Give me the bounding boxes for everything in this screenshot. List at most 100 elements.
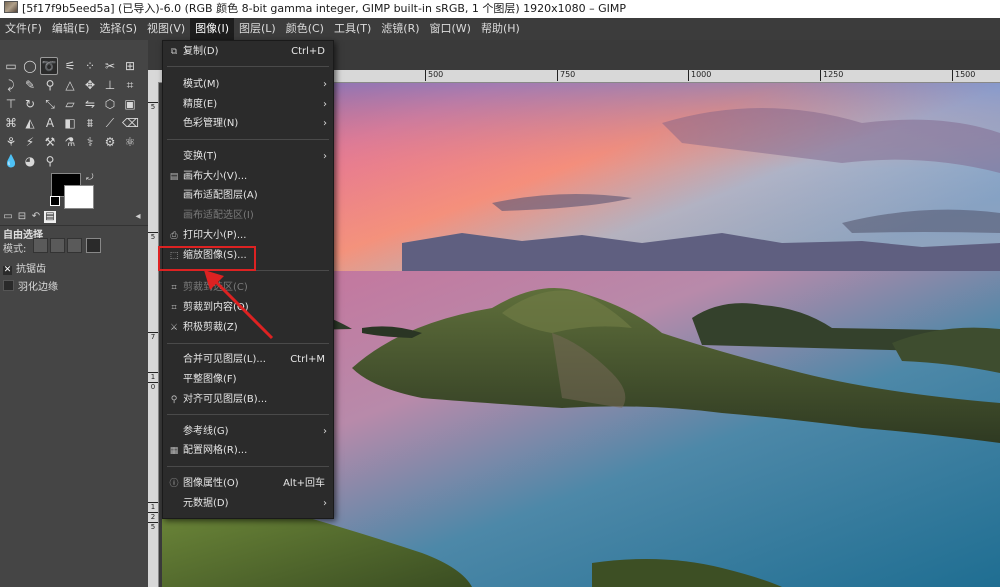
dodge-burn-tool-icon[interactable]: ◕ bbox=[22, 153, 38, 169]
menu-image[interactable]: 图像(I) bbox=[190, 18, 234, 40]
mode-subtract-button[interactable] bbox=[67, 238, 82, 253]
menu-item-align-visible-layers[interactable]: ⚲ 对齐可见图层(B)... bbox=[163, 391, 333, 409]
menu-item-duplicate[interactable]: ⧉ 复制(D) Ctrl+D bbox=[163, 43, 333, 61]
menu-colors[interactable]: 颜色(C) bbox=[281, 18, 329, 40]
smudge-tool-icon[interactable]: 💧 bbox=[3, 153, 19, 169]
paintbrush-tool-icon[interactable]: ⟋ bbox=[102, 115, 118, 131]
menu-layer[interactable]: 图层(L) bbox=[234, 18, 281, 40]
gradient-tool-icon[interactable]: ◧ bbox=[62, 115, 78, 131]
feather-option[interactable]: 羽化边缘 bbox=[3, 278, 58, 293]
feather-label: 羽化边缘 bbox=[18, 282, 58, 293]
menu-item-metadata[interactable]: 元数据(D) › bbox=[163, 495, 333, 513]
menu-item-fit-canvas-to-selection: 画布适配选区(I) bbox=[163, 207, 333, 225]
menu-edit[interactable]: 编辑(E) bbox=[47, 18, 95, 40]
scissors-tool-icon[interactable]: ✂ bbox=[102, 58, 118, 74]
menu-item-label: 画布适配图层(A) bbox=[183, 190, 258, 201]
menu-item-label: 合并可见图层(L)... bbox=[183, 354, 266, 365]
submenu-arrow-icon: › bbox=[323, 498, 327, 509]
menu-filters[interactable]: 滤镜(R) bbox=[376, 18, 424, 40]
color-picker-tool-icon[interactable]: ✎ bbox=[22, 77, 38, 93]
menu-help[interactable]: 帮助(H) bbox=[476, 18, 525, 40]
menu-view[interactable]: 视图(V) bbox=[142, 18, 190, 40]
align-tool-icon[interactable]: ⊥ bbox=[102, 77, 118, 93]
menu-select[interactable]: 选择(S) bbox=[94, 18, 142, 40]
heal-tool-icon[interactable]: ⚕ bbox=[82, 134, 98, 150]
blur-tool-icon[interactable]: ⚛ bbox=[122, 134, 138, 150]
antialias-checkbox[interactable]: ✕ bbox=[3, 266, 12, 275]
menu-item-color-management[interactable]: 色彩管理(N) › bbox=[163, 115, 333, 133]
ruler-tick: 1250 bbox=[820, 70, 843, 81]
tool-options-tab-icon[interactable]: ▭ bbox=[2, 211, 14, 223]
menu-windows[interactable]: 窗口(W) bbox=[425, 18, 476, 40]
swap-colors-icon[interactable]: ⤾ bbox=[86, 173, 94, 183]
menu-item-mode[interactable]: 模式(M) › bbox=[163, 76, 333, 94]
perspective-clone-tool-icon[interactable]: ⚙ bbox=[102, 134, 118, 150]
zealous-crop-icon: ⚔ bbox=[169, 323, 179, 333]
scale-tool-icon[interactable]: ⤡ bbox=[42, 96, 58, 112]
device-status-tab-icon[interactable]: ⊟ bbox=[16, 211, 28, 223]
antialias-option[interactable]: ✕ 抗锯齿 bbox=[3, 260, 46, 275]
menu-item-label: 画布适配选区(I) bbox=[183, 210, 254, 221]
menu-item-label: 画布大小(V)... bbox=[183, 171, 248, 182]
duplicate-icon: ⧉ bbox=[170, 47, 178, 57]
dropper-tool-icon[interactable]: ⚲ bbox=[42, 153, 58, 169]
undo-history-tab-icon[interactable]: ↶ bbox=[30, 211, 42, 223]
menu-item-precision[interactable]: 精度(E) › bbox=[163, 96, 333, 114]
fuzzy-select-tool-icon[interactable]: ⚟ bbox=[62, 58, 78, 74]
ruler-tick: 1 bbox=[148, 502, 158, 511]
menu-item-merge-visible-layers[interactable]: 合并可见图层(L)... Ctrl+M bbox=[163, 351, 333, 369]
perspective-tool-icon[interactable]: ⬡ bbox=[102, 96, 118, 112]
align-icon: ⚲ bbox=[170, 395, 178, 405]
unified-transform-tool-icon[interactable]: ⊤ bbox=[3, 96, 19, 112]
menu-item-label: 模式(M) bbox=[183, 79, 220, 90]
menu-file[interactable]: 文件(F) bbox=[0, 18, 47, 40]
mypaint-brush-tool-icon[interactable]: ⚒ bbox=[42, 134, 58, 150]
menu-tools[interactable]: 工具(T) bbox=[329, 18, 376, 40]
toolbox: ▭ ◯ ➰ ⚟ ⁘ ✂ ⊞ ⤸ ✎ ⚲ △ ✥ ⊥ ⌗ ⊤ ↻ ⤡ ▱ ⇋ ⬡ … bbox=[0, 40, 149, 587]
menu-item-flatten-image[interactable]: 平整图像(F) bbox=[163, 371, 333, 389]
bucket-fill-tool-icon[interactable]: ◭ bbox=[22, 115, 38, 131]
crop-tool-icon[interactable]: ⌗ bbox=[122, 77, 138, 93]
ruler-tick: 5 bbox=[148, 102, 158, 111]
configure-tab-icon[interactable]: ◂ bbox=[132, 211, 144, 223]
ink-tool-icon[interactable]: ⚡ bbox=[22, 134, 38, 150]
ruler-tick: 5 bbox=[148, 232, 158, 241]
clone-tool-icon[interactable]: ⚗ bbox=[62, 134, 78, 150]
menu-item-shortcut: Ctrl+D bbox=[291, 46, 325, 57]
select-by-color-tool-icon[interactable]: ⁘ bbox=[82, 58, 98, 74]
mode-replace-button[interactable] bbox=[33, 238, 48, 253]
flip-tool-icon[interactable]: ⇋ bbox=[82, 96, 98, 112]
ellipse-select-tool-icon[interactable]: ◯ bbox=[22, 58, 38, 74]
default-colors-icon[interactable] bbox=[50, 196, 60, 206]
paths-tool-icon[interactable]: ⤸ bbox=[3, 77, 19, 93]
shear-tool-icon[interactable]: ▱ bbox=[62, 96, 78, 112]
images-tab-icon[interactable]: ▤ bbox=[44, 211, 56, 223]
rect-select-tool-icon[interactable]: ▭ bbox=[3, 58, 19, 74]
vertical-ruler[interactable]: 5 5 7 1 0 1 2 5 bbox=[148, 82, 159, 587]
mode-intersect-button[interactable] bbox=[86, 238, 101, 253]
rotate-tool-icon[interactable]: ↻ bbox=[22, 96, 38, 112]
eraser-tool-icon[interactable]: ⌫ bbox=[122, 115, 139, 131]
feather-checkbox[interactable] bbox=[3, 280, 14, 291]
background-color-swatch[interactable] bbox=[64, 185, 94, 209]
warp-tool-icon[interactable]: ⌘ bbox=[3, 115, 19, 131]
ruler-tick: 0 bbox=[148, 382, 158, 391]
measure-tool-icon[interactable]: △ bbox=[62, 77, 78, 93]
airbrush-tool-icon[interactable]: ⚘ bbox=[3, 134, 19, 150]
pencil-tool-icon[interactable]: ⩩ bbox=[82, 115, 98, 131]
free-select-tool-icon[interactable]: ➰ bbox=[40, 57, 58, 75]
menu-item-image-properties[interactable]: ⓘ 图像属性(O) Alt+回车 bbox=[163, 475, 333, 493]
menu-item-canvas-size[interactable]: ▤ 画布大小(V)... bbox=[163, 168, 333, 186]
menu-item-print-size[interactable]: ⎙ 打印大小(P)... bbox=[163, 227, 333, 245]
mode-add-button[interactable] bbox=[50, 238, 65, 253]
menu-item-configure-grid[interactable]: ▦ 配置网格(R)... bbox=[163, 442, 333, 460]
menu-separator bbox=[167, 343, 329, 344]
text-tool-icon[interactable]: A bbox=[42, 115, 58, 131]
menu-item-transform[interactable]: 变换(T) › bbox=[163, 148, 333, 166]
menu-item-fit-canvas-to-layers[interactable]: 画布适配图层(A) bbox=[163, 187, 333, 205]
move-tool-icon[interactable]: ✥ bbox=[82, 77, 98, 93]
menu-item-guides[interactable]: 参考线(G) › bbox=[163, 423, 333, 441]
foreground-select-tool-icon[interactable]: ⊞ bbox=[122, 58, 138, 74]
cage-tool-icon[interactable]: ▣ bbox=[122, 96, 138, 112]
zoom-tool-icon[interactable]: ⚲ bbox=[42, 77, 58, 93]
